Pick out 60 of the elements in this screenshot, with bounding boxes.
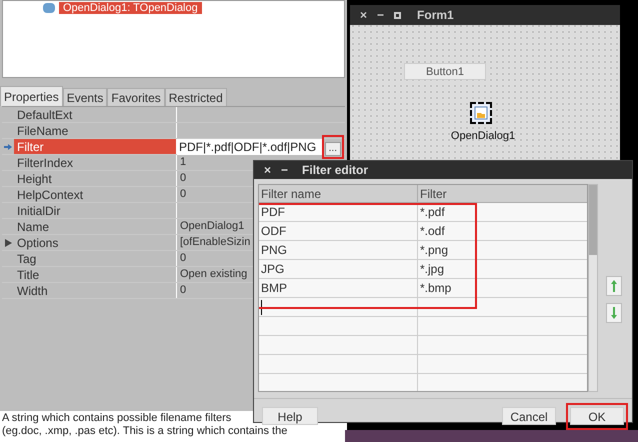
property-value-field[interactable]: PDF|*.pdf|ODF|*.odf|PNG: [177, 138, 322, 154]
column-header[interactable]: Filter name: [259, 185, 418, 202]
close-button[interactable]: ×: [360, 6, 368, 24]
minimize-button[interactable]: −: [377, 6, 384, 24]
maximize-icon[interactable]: [394, 12, 402, 18]
minimize-button[interactable]: −: [281, 161, 288, 179]
property-name[interactable]: DefaultExt: [14, 107, 177, 122]
property-name[interactable]: FilterIndex: [14, 155, 177, 170]
ellipsis-button[interactable]: ...: [324, 142, 341, 156]
table-cell[interactable]: BMP: [259, 279, 418, 297]
table-cell[interactable]: *.pdf: [418, 203, 587, 221]
tab[interactable]: Favorites: [107, 88, 165, 106]
tab[interactable]: Events: [62, 88, 108, 106]
table-cell[interactable]: *.odf: [418, 222, 587, 240]
property-name[interactable]: Title: [14, 267, 177, 282]
component-label: OpenDialog1: [450, 129, 516, 144]
table-cell[interactable]: PNG: [259, 241, 418, 259]
close-button[interactable]: ×: [264, 161, 272, 179]
dialog-button[interactable]: OK: [570, 407, 624, 425]
property-name[interactable]: Name: [14, 219, 177, 234]
window-title: Filter editor: [302, 162, 368, 179]
column-header[interactable]: Filter: [418, 185, 587, 202]
scrollbar[interactable]: [588, 184, 598, 392]
property-name[interactable]: FileName: [14, 123, 177, 138]
property-value: [ofEnableSizin: [179, 235, 252, 250]
property-value: 1: [179, 155, 188, 170]
property-name[interactable]: Filter: [14, 139, 177, 154]
expand-triangle-icon[interactable]: [4, 238, 12, 246]
table-cell[interactable]: JPG: [259, 260, 418, 278]
tab[interactable]: Restricted: [164, 88, 227, 106]
up-arrow-icon: [611, 280, 617, 292]
table-cell[interactable]: ODF: [259, 222, 418, 240]
property-name[interactable]: Height: [14, 171, 177, 186]
property-value: OpenDialog1: [179, 219, 246, 234]
window-title: Form1: [417, 7, 454, 24]
property-value: 0: [179, 251, 188, 266]
dialog-button[interactable]: Cancel: [502, 407, 556, 425]
property-name[interactable]: HelpContext: [14, 187, 177, 202]
description-text: (eg.doc, .xmp, .pas etc). This is a string which contains the: [2, 425, 288, 438]
current-row-arrow-icon: [4, 142, 12, 150]
property-name[interactable]: Options: [14, 235, 177, 250]
property-name[interactable]: InitialDir: [14, 203, 177, 218]
text-cursor: [261, 300, 262, 315]
open-dialog-icon[interactable]: [470, 102, 492, 124]
tab[interactable]: Properties: [0, 86, 63, 106]
down-arrow-icon: [611, 307, 617, 319]
description-text: A string which contains possible filename filters: [2, 412, 232, 425]
table-cell[interactable]: *.bmp: [418, 279, 587, 297]
table-cell[interactable]: *.jpg: [418, 260, 587, 278]
property-value: 0: [179, 171, 188, 186]
property-name[interactable]: Width: [14, 283, 177, 298]
property-value: Open existing: [179, 267, 248, 282]
property-value: 0: [179, 283, 188, 298]
tree-item[interactable]: OpenDialog1: TOpenDialog: [59, 2, 202, 14]
dialog-button[interactable]: Help: [262, 407, 318, 425]
property-value: 0: [179, 187, 188, 202]
table-cell[interactable]: *.png: [418, 241, 587, 259]
component-icon: [43, 3, 55, 13]
form-button[interactable]: Button1: [404, 63, 486, 80]
property-name[interactable]: Tag: [14, 251, 177, 266]
